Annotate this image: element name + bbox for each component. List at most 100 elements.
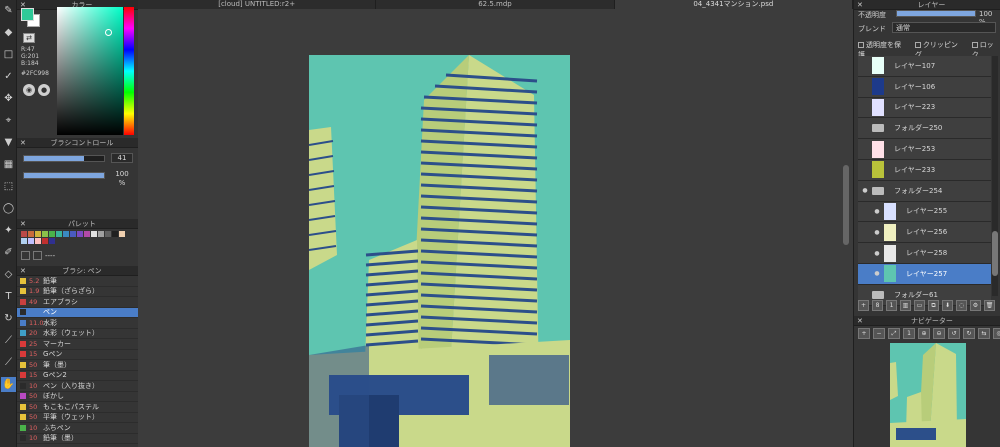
brush-item[interactable]: 15 Gペン (17, 350, 138, 360)
zoom-out-icon[interactable]: − (873, 328, 885, 339)
visibility-eye-icon[interactable]: ● (870, 250, 884, 257)
text-tool-icon[interactable]: T (1, 289, 16, 304)
magic-wand-icon[interactable]: ✦ (1, 223, 16, 238)
palette-swatch[interactable] (84, 231, 90, 237)
layer-row[interactable]: レイヤー106 (858, 76, 991, 98)
layer-row[interactable]: ● レイヤー258 (858, 243, 991, 264)
canvas-area[interactable]: [cloud] UNTITLED:r2+ 62.5.mdp 04_4341マンシ… (138, 0, 853, 447)
palette-swatch[interactable] (70, 231, 76, 237)
layer-row[interactable]: ● レイヤー256 (858, 222, 991, 244)
palette-swatch[interactable] (105, 231, 111, 237)
hue-slider[interactable] (124, 7, 134, 135)
flip-icon[interactable]: ⇆ (978, 328, 990, 339)
visibility-eye-icon[interactable]: ● (870, 229, 884, 236)
brush-item[interactable]: 1.9 鉛筆（ざらざら） (17, 287, 138, 297)
new-folder-icon[interactable]: ▭ (914, 300, 925, 311)
palette-swatch[interactable] (112, 231, 118, 237)
tab-cloud-untitled[interactable]: [cloud] UNTITLED:r2+ (138, 0, 377, 9)
tab-mansion[interactable]: 04_4341マンション.psd (614, 0, 853, 9)
brush-item[interactable]: 10 鉛筆（墨） (17, 434, 138, 444)
brush-item[interactable]: 50 もこもこパステル (17, 402, 138, 413)
palette-swatch[interactable] (98, 231, 104, 237)
marquee-tool-icon[interactable]: ⬚ (1, 179, 16, 194)
delete-palette-icon[interactable] (33, 251, 42, 260)
select-rect-icon[interactable]: □ (1, 47, 16, 62)
brush-size-slider[interactable] (23, 155, 105, 162)
palette-swatch[interactable] (49, 238, 55, 244)
gradient-tool-icon[interactable]: ▦ (1, 157, 16, 172)
layer-row[interactable]: レイヤー107 (858, 56, 991, 77)
check-tool-icon[interactable]: ✓ (1, 69, 16, 84)
brush-opacity-slider[interactable] (23, 172, 105, 179)
fit-window-icon[interactable]: ⤢ (888, 328, 900, 339)
zoom-in-icon[interactable]: + (858, 328, 870, 339)
rotate-right-icon[interactable]: ↻ (963, 328, 975, 339)
layer-row[interactable]: レイヤー223 (858, 97, 991, 119)
layer-row[interactable]: ● レイヤー255 (858, 201, 991, 223)
layer-row[interactable]: ● レイヤー257 (858, 263, 991, 285)
brush-item[interactable]: 10 ペン（入り抜き） (17, 381, 138, 392)
rotate-left-icon[interactable]: ↺ (948, 328, 960, 339)
hand-tool-icon[interactable]: ✋ (1, 377, 16, 392)
brush-tool-icon[interactable]: ⟋ (1, 355, 16, 370)
canvas-artwork[interactable] (309, 55, 570, 447)
palette-swatch[interactable] (28, 231, 34, 237)
eraser-tool-icon[interactable]: ◆ (1, 25, 16, 40)
palette-swatch[interactable] (91, 231, 97, 237)
brush-item[interactable]: 50 ぼかし (17, 392, 138, 402)
palette-swatch[interactable] (28, 238, 34, 244)
new-layer-icon[interactable]: + (858, 300, 869, 311)
palette-swatch[interactable] (42, 231, 48, 237)
brush-item[interactable]: 5.2 鉛筆 (17, 276, 138, 287)
palette-swatch[interactable] (56, 231, 62, 237)
brush-item[interactable]: 50 筆（墨） (17, 360, 138, 371)
saturation-value-picker[interactable] (57, 7, 123, 135)
eyedropper-tool-icon[interactable]: ⟋ (1, 333, 16, 348)
brush-item[interactable]: ペン (17, 307, 138, 318)
brush-size-value[interactable]: 41 (111, 153, 133, 163)
layer-opacity-slider[interactable] (896, 10, 976, 17)
palette-swatch[interactable] (21, 238, 27, 244)
transform-tool-icon[interactable]: ⌖ (1, 113, 16, 128)
close-icon[interactable]: ✕ (857, 317, 863, 325)
palette-swatch[interactable] (63, 231, 69, 237)
clear-layer-icon[interactable]: ◌ (956, 300, 967, 311)
palette-swatch[interactable] (77, 231, 83, 237)
canvas-vertical-scrollbar[interactable] (843, 165, 849, 245)
duplicate-layer-icon[interactable]: ⧉ (928, 300, 939, 311)
brush-item[interactable]: 20 水彩（ウェット） (17, 329, 138, 339)
layer-list-scrollbar[interactable] (992, 56, 998, 296)
tab-62-5[interactable]: 62.5.mdp (376, 0, 615, 9)
new-8bit-layer-icon[interactable]: 8 (872, 300, 883, 311)
folder-row[interactable]: ● フォルダー254 (858, 180, 991, 202)
brush-item[interactable]: 15 Gペン2 (17, 371, 138, 381)
visibility-eye-icon[interactable]: ● (870, 208, 884, 215)
brush-item[interactable]: 10 ふちペン (17, 423, 138, 434)
palette-swatch[interactable] (35, 238, 41, 244)
palette-swatch[interactable] (35, 231, 41, 237)
close-icon[interactable]: ✕ (20, 267, 26, 275)
merge-down-icon[interactable]: ⬇ (942, 300, 953, 311)
zoom-in-2-icon[interactable]: ⊕ (918, 328, 930, 339)
brush-item[interactable]: 25 マーカー (17, 339, 138, 350)
visibility-eye-icon[interactable]: ● (858, 187, 872, 194)
layer-row[interactable]: レイヤー233 (858, 159, 991, 181)
fill-tool-icon[interactable]: ▼ (1, 135, 16, 150)
palette-swatch[interactable] (119, 231, 125, 237)
color-wheel-icon[interactable]: ● (38, 84, 50, 96)
folder-row[interactable]: フォルダー250 (858, 118, 991, 140)
palette-icon[interactable]: ◉ (23, 84, 35, 96)
close-icon[interactable]: ✕ (857, 1, 863, 9)
foreground-color-swatch[interactable] (21, 8, 34, 21)
palette-swatch[interactable] (21, 231, 27, 237)
new-1bit-layer-icon[interactable]: 1 (886, 300, 897, 311)
lasso-tool-icon[interactable]: ◯ (1, 201, 16, 216)
new-halftone-layer-icon[interactable]: ▥ (900, 300, 911, 311)
layer-scroll-thumb[interactable] (992, 231, 998, 276)
move-tool-icon[interactable]: ✥ (1, 91, 16, 106)
pen-tool-icon[interactable]: ✎ (1, 3, 16, 18)
operation-tool-icon[interactable]: ↻ (1, 311, 16, 326)
visibility-eye-icon[interactable]: ● (870, 270, 884, 277)
blend-mode-select[interactable]: 通常 (892, 22, 996, 33)
layer-row[interactable]: レイヤー253 (858, 139, 991, 160)
